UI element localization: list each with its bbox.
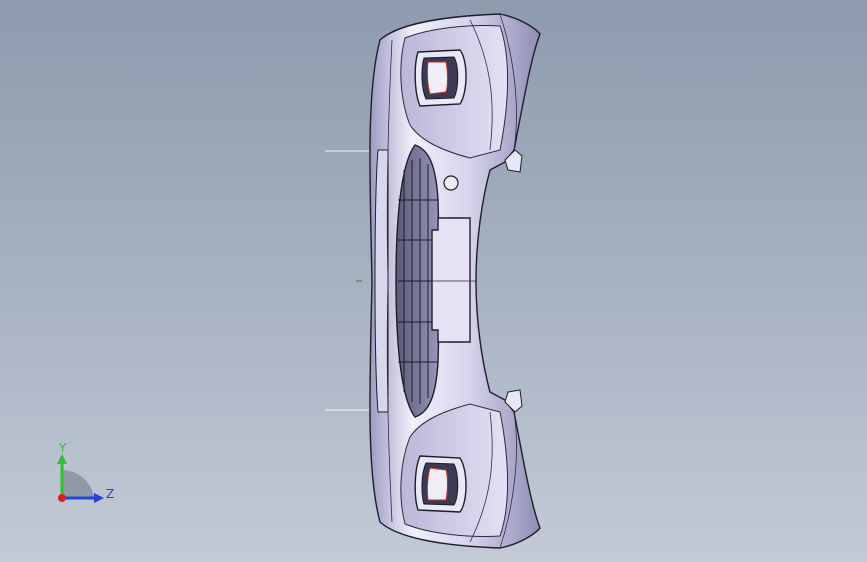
z-axis-label: Z [106, 487, 114, 501]
tow-hook-cover [443, 175, 459, 191]
x-axis-dot [58, 494, 66, 502]
fog-light-upper[interactable] [414, 49, 467, 107]
license-plate-recess [431, 217, 471, 343]
front-bumper-model[interactable] [369, 13, 541, 549]
axis-triad: Y Z [57, 441, 114, 503]
y-axis-arrow [57, 454, 67, 464]
z-axis-arrow [94, 493, 104, 503]
cad-viewport[interactable] [0, 0, 867, 562]
y-axis-label: Y [58, 441, 67, 455]
fog-light-lower[interactable] [414, 455, 467, 513]
triad-plane [62, 470, 94, 500]
mounting-flange [374, 149, 389, 413]
